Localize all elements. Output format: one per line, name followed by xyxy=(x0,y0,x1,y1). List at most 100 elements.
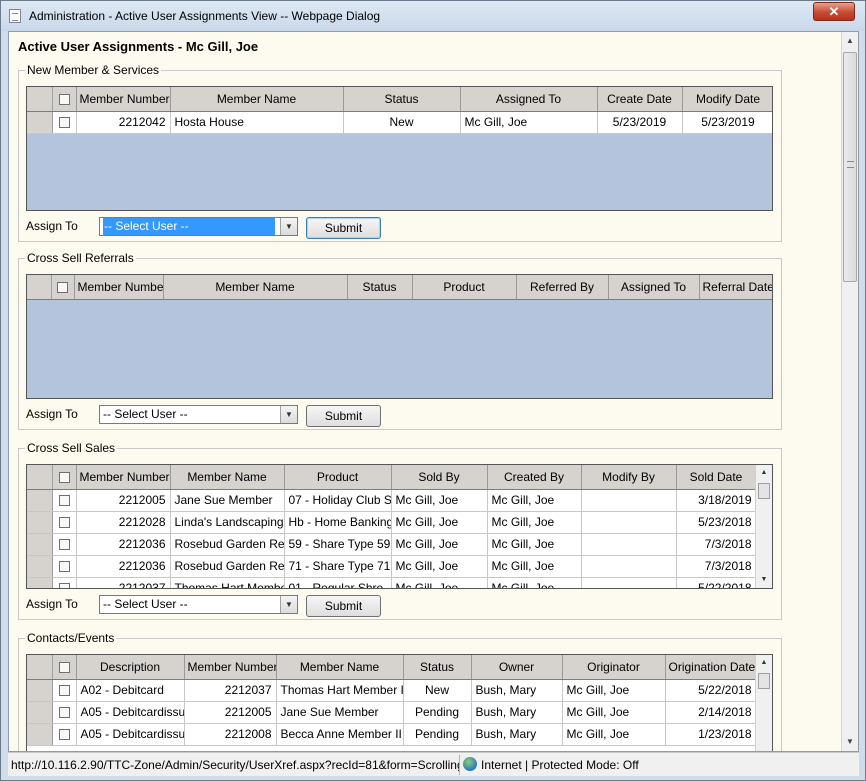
row-checkbox[interactable] xyxy=(52,533,77,556)
col-referral-date[interactable]: Referral Date xyxy=(699,275,772,300)
row-checkbox[interactable] xyxy=(52,701,77,724)
col-member-name[interactable]: Member Name xyxy=(170,87,344,112)
scroll-thumb[interactable] xyxy=(758,483,770,499)
row-checkbox[interactable] xyxy=(52,577,77,588)
col-product[interactable]: Product xyxy=(284,465,392,490)
assign-to-label: Assign To xyxy=(26,597,78,611)
table-row[interactable]: 2212028 Linda's Landscaping Hb - Home Ba… xyxy=(27,511,757,534)
col-member-number[interactable]: Member Number xyxy=(184,655,277,680)
col-create-date[interactable]: Create Date xyxy=(597,87,683,112)
section-legend: New Member & Services xyxy=(25,63,162,77)
select-all-checkbox[interactable] xyxy=(52,87,77,112)
row-selector[interactable] xyxy=(27,533,53,556)
chevron-down-icon[interactable]: ▼ xyxy=(280,406,297,423)
page-scrollbar[interactable]: ▲ ▼ xyxy=(841,32,858,751)
cell: New xyxy=(343,111,461,134)
cell: Mc Gill, Joe xyxy=(487,511,582,534)
col-member-number[interactable]: Member Number xyxy=(74,275,164,300)
col-modify-date[interactable]: Modify Date xyxy=(682,87,772,112)
row-checkbox[interactable] xyxy=(52,679,77,702)
row-selector[interactable] xyxy=(27,679,53,702)
col-description[interactable]: Description xyxy=(76,655,185,680)
col-member-name[interactable]: Member Name xyxy=(163,275,348,300)
assign-user-select[interactable]: -- Select User -- ▼ xyxy=(99,217,298,236)
col-origination-date[interactable]: Origination Date xyxy=(665,655,757,680)
col-originator[interactable]: Originator xyxy=(562,655,666,680)
row-selector[interactable] xyxy=(27,701,53,724)
scroll-up-icon[interactable]: ▲ xyxy=(756,466,772,480)
sales-grid: Member Number Member Name Product Sold B… xyxy=(26,464,773,589)
row-selector[interactable] xyxy=(27,489,53,512)
close-icon: ✕ xyxy=(828,4,840,19)
table-row[interactable]: A02 - Debitcard 2212037 Thomas Hart Memb… xyxy=(27,679,757,702)
submit-button[interactable]: Submit xyxy=(306,595,381,617)
cell: 01 - Regular Shre xyxy=(284,577,392,588)
scroll-down-icon[interactable]: ▼ xyxy=(756,573,772,587)
table-row[interactable]: 2212036 Rosebud Garden Re 59 - Share Typ… xyxy=(27,533,757,556)
row-checkbox[interactable] xyxy=(52,723,77,746)
sales-section: Cross Sell Sales Member Number Member Na… xyxy=(18,441,782,620)
row-checkbox[interactable] xyxy=(52,555,77,578)
col-modify-by[interactable]: Modify By xyxy=(581,465,677,490)
col-product[interactable]: Product xyxy=(412,275,517,300)
status-divider xyxy=(459,755,460,775)
row-selector[interactable] xyxy=(27,555,53,578)
col-member-name[interactable]: Member Name xyxy=(170,465,285,490)
window-title: Administration - Active User Assignments… xyxy=(29,9,381,23)
cell: Pending xyxy=(403,701,472,724)
security-zone[interactable]: Internet | Protected Mode: Off xyxy=(481,758,639,772)
col-member-number[interactable]: Member Number xyxy=(76,465,171,490)
table-row[interactable]: A05 - Debitcardissu 2212008 Becca Anne M… xyxy=(27,723,757,746)
contacts-section: Contacts/Events Description Member Numbe… xyxy=(18,631,782,751)
sales-grid-scrollbar[interactable]: ▲ ▼ xyxy=(755,465,772,588)
cell: 2212036 xyxy=(76,555,171,578)
col-status[interactable]: Status xyxy=(403,655,472,680)
row-checkbox[interactable] xyxy=(52,489,77,512)
close-button[interactable]: ✕ xyxy=(813,2,855,21)
select-all-checkbox[interactable] xyxy=(52,655,77,680)
select-all-checkbox[interactable] xyxy=(51,275,75,300)
cell: 2212042 xyxy=(76,111,171,134)
chevron-down-icon[interactable]: ▼ xyxy=(280,218,297,235)
row-selector[interactable] xyxy=(27,511,53,534)
cell xyxy=(581,577,677,588)
assign-user-select[interactable]: -- Select User -- ▼ xyxy=(99,595,298,614)
scroll-thumb[interactable] xyxy=(758,673,770,689)
col-member-name[interactable]: Member Name xyxy=(276,655,404,680)
table-row[interactable]: 2212036 Rosebud Garden Re 71 - Share Typ… xyxy=(27,555,757,578)
submit-button[interactable]: Submit xyxy=(306,217,381,239)
col-created-by[interactable]: Created By xyxy=(487,465,582,490)
col-owner[interactable]: Owner xyxy=(471,655,563,680)
col-sold-by[interactable]: Sold By xyxy=(391,465,488,490)
row-checkbox[interactable] xyxy=(52,511,77,534)
row-checkbox[interactable] xyxy=(52,111,77,134)
col-sold-date[interactable]: Sold Date xyxy=(676,465,757,490)
chevron-down-icon[interactable]: ▼ xyxy=(280,596,297,613)
contacts-grid-scrollbar[interactable]: ▲ xyxy=(755,655,772,751)
scroll-thumb[interactable] xyxy=(843,52,857,282)
select-all-checkbox[interactable] xyxy=(52,465,77,490)
row-selector[interactable] xyxy=(27,577,53,588)
table-row[interactable]: 2212042 Hosta House New Mc Gill, Joe 5/2… xyxy=(27,111,772,134)
header-row: Description Member Number Member Name St… xyxy=(27,655,757,680)
col-assigned-to[interactable]: Assigned To xyxy=(608,275,700,300)
table-row[interactable]: A05 - Debitcardissu 2212005 Jane Sue Mem… xyxy=(27,701,757,724)
submit-button[interactable]: Submit xyxy=(306,405,381,427)
scroll-down-icon[interactable]: ▼ xyxy=(842,734,858,750)
scroll-up-icon[interactable]: ▲ xyxy=(842,33,858,49)
table-row[interactable]: 2212005 Jane Sue Member 07 - Holiday Clu… xyxy=(27,489,757,512)
assign-user-select[interactable]: -- Select User -- ▼ xyxy=(99,405,298,424)
cell: Rosebud Garden Re xyxy=(170,555,285,578)
row-selector[interactable] xyxy=(27,723,53,746)
dialog-content: Active User Assignments - Mc Gill, Joe N… xyxy=(8,31,859,752)
col-status[interactable]: Status xyxy=(347,275,413,300)
table-row[interactable]: 2212037 Thomas Hart Membe 01 - Regular S… xyxy=(27,577,757,588)
scroll-up-icon[interactable]: ▲ xyxy=(756,656,772,670)
row-selector[interactable] xyxy=(27,111,53,134)
cell: Mc Gill, Joe xyxy=(487,533,582,556)
title-bar[interactable]: Administration - Active User Assignments… xyxy=(1,1,865,31)
col-status[interactable]: Status xyxy=(343,87,461,112)
col-referred-by[interactable]: Referred By xyxy=(516,275,609,300)
col-member-number[interactable]: Member Number xyxy=(76,87,171,112)
col-assigned-to[interactable]: Assigned To xyxy=(460,87,598,112)
